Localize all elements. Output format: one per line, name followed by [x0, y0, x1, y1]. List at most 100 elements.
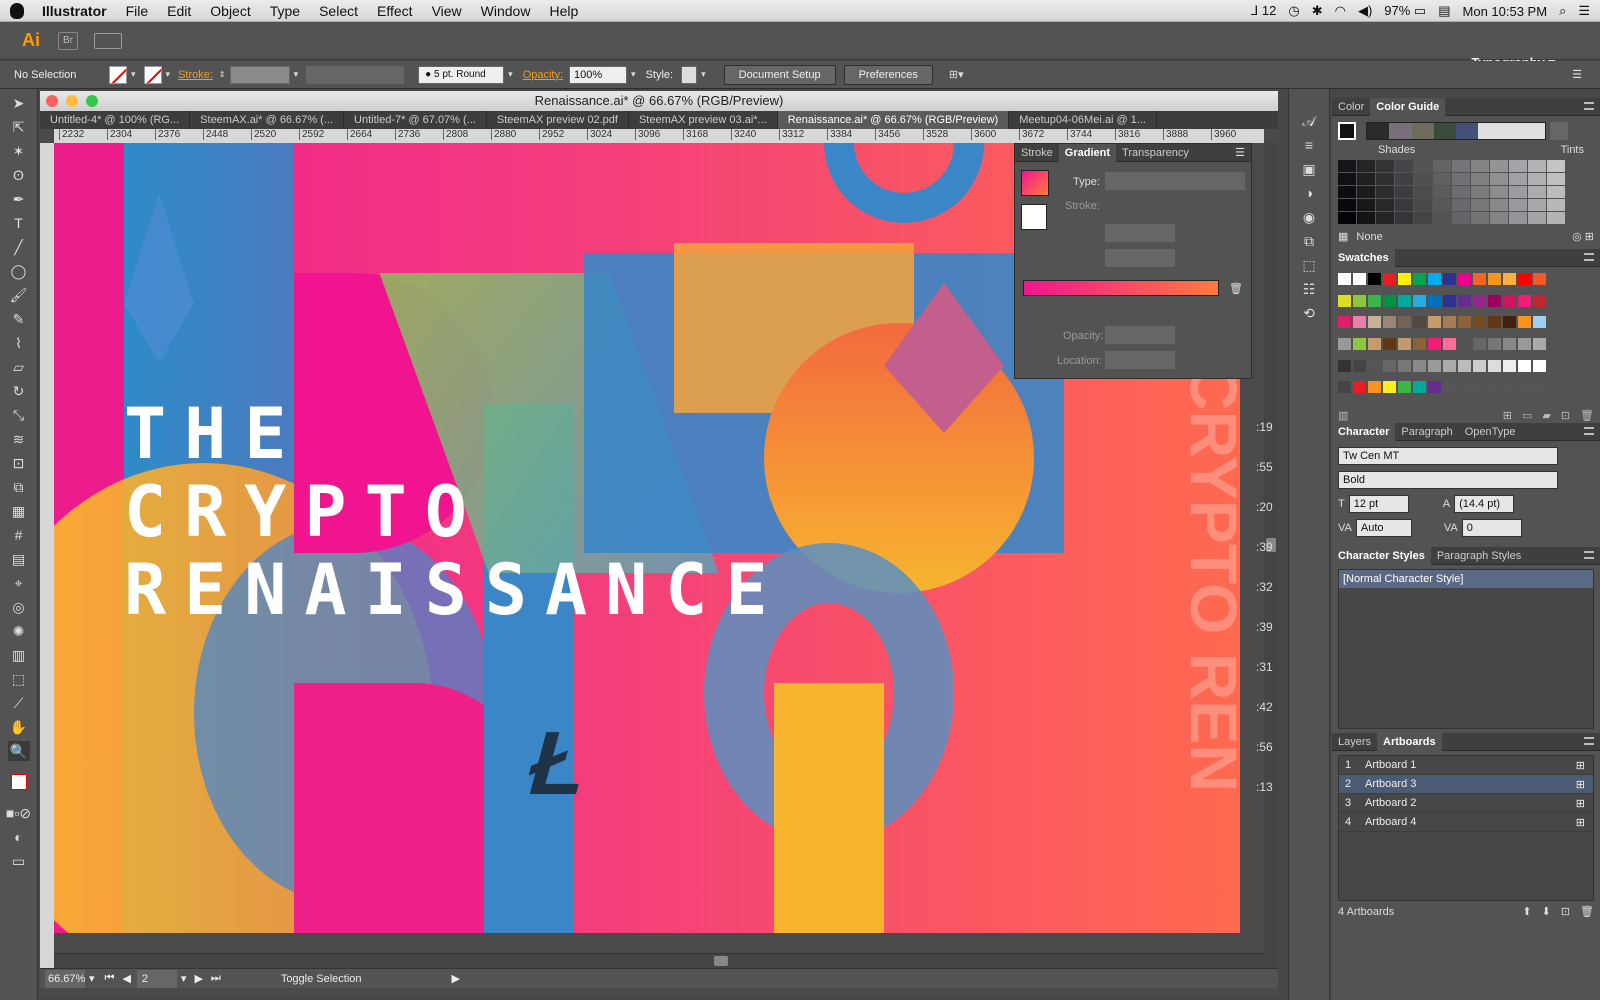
swatch[interactable]: [1518, 294, 1531, 307]
tab-color[interactable]: Color: [1332, 101, 1370, 113]
shade-swatch[interactable]: [1414, 160, 1432, 172]
arrange-icon[interactable]: ⊞▾: [949, 68, 964, 81]
column-graph-tool-icon[interactable]: ▥: [8, 645, 30, 665]
swatch[interactable]: [1368, 273, 1381, 285]
swatch[interactable]: [1428, 337, 1441, 350]
artboard-options-icon[interactable]: ⊞: [1576, 759, 1585, 772]
menu-file[interactable]: File: [126, 3, 149, 19]
shade-swatch[interactable]: [1490, 173, 1508, 185]
last-artboard-icon[interactable]: ⏭: [211, 972, 221, 985]
swatch[interactable]: [1338, 337, 1351, 350]
doc-tab-active[interactable]: Renaissance.ai* @ 66.67% (RGB/Preview): [777, 111, 1010, 129]
shade-swatch[interactable]: [1357, 186, 1375, 198]
swatch[interactable]: [1488, 381, 1501, 394]
direct-selection-tool-icon[interactable]: ⇱: [8, 117, 30, 137]
shade-swatch[interactable]: [1547, 160, 1565, 172]
gradient-type-dropdown[interactable]: [1105, 172, 1245, 190]
minimize-window-button[interactable]: [66, 95, 78, 107]
shade-swatch[interactable]: [1433, 199, 1451, 211]
shade-swatch[interactable]: [1376, 212, 1394, 224]
shade-swatch[interactable]: [1547, 186, 1565, 198]
width-tool-icon[interactable]: ≋: [8, 429, 30, 449]
shade-swatch[interactable]: [1509, 199, 1527, 211]
shade-swatch[interactable]: [1509, 160, 1527, 172]
swatch[interactable]: [1488, 316, 1501, 329]
swatch[interactable]: [1533, 359, 1546, 372]
swatch[interactable]: [1518, 337, 1531, 350]
swatch[interactable]: [1518, 273, 1531, 285]
character-menu-icon[interactable]: [1584, 427, 1594, 435]
swatch[interactable]: [1518, 316, 1531, 329]
swatch[interactable]: [1533, 337, 1546, 350]
swatch[interactable]: [1413, 337, 1426, 350]
gradient-opacity-field[interactable]: [1105, 326, 1175, 344]
swatch[interactable]: [1473, 381, 1486, 394]
gradient-angle-field[interactable]: [1105, 224, 1175, 242]
transform-icon[interactable]: ▣: [1298, 159, 1320, 179]
stroke-stepper[interactable]: ⇕: [219, 70, 226, 79]
tab-layers[interactable]: Layers: [1332, 736, 1377, 748]
artboard-number-field[interactable]: 2: [136, 969, 177, 988]
flag-icon[interactable]: ▤: [1438, 3, 1450, 19]
color-mode-icon[interactable]: ■▫⊘: [6, 803, 31, 823]
swatch[interactable]: [1353, 359, 1366, 372]
shade-swatch[interactable]: [1509, 173, 1527, 185]
graphic-style-swatch[interactable]: [681, 65, 698, 84]
opacity-label[interactable]: Opacity:: [523, 69, 563, 81]
shade-swatch[interactable]: [1357, 212, 1375, 224]
artboard-row[interactable]: 3 Artboard 2 ⊞: [1339, 794, 1593, 813]
stroke-dropdown-icon[interactable]: ▾: [166, 69, 171, 80]
pencil-tool-icon[interactable]: ✎: [8, 309, 30, 329]
shade-swatch[interactable]: [1395, 212, 1413, 224]
swatch[interactable]: [1503, 359, 1516, 372]
swatch[interactable]: [1338, 294, 1351, 307]
next-artboard-icon[interactable]: ▶: [194, 972, 202, 985]
adobe-notify-icon[interactable]: ⅃ 12: [1251, 3, 1276, 19]
swatch[interactable]: [1473, 316, 1486, 329]
swatch[interactable]: [1428, 316, 1441, 329]
swatch[interactable]: [1533, 294, 1546, 307]
shade-swatch[interactable]: [1338, 186, 1356, 198]
guide-color-swatch[interactable]: [1522, 123, 1545, 139]
type-tool-icon[interactable]: T: [8, 213, 30, 233]
kerning-field[interactable]: Auto: [1355, 519, 1412, 537]
perspective-grid-tool-icon[interactable]: ▦: [8, 501, 30, 521]
shade-swatch[interactable]: [1433, 212, 1451, 224]
shade-swatch[interactable]: [1547, 199, 1565, 211]
harmony-rules-dropdown[interactable]: [1550, 122, 1568, 140]
pathfinder-icon[interactable]: ◑: [1298, 183, 1320, 203]
screen-mode-icon[interactable]: ▭: [8, 851, 30, 871]
swatch[interactable]: [1413, 381, 1426, 394]
links-icon[interactable]: ⧉: [1298, 231, 1320, 251]
delete-swatch-icon[interactable]: 🗑: [1580, 409, 1594, 422]
swatch[interactable]: [1503, 337, 1516, 350]
shade-swatch[interactable]: [1357, 160, 1375, 172]
shade-swatch[interactable]: [1528, 160, 1546, 172]
shade-swatch[interactable]: [1357, 173, 1375, 185]
shade-swatch[interactable]: [1433, 186, 1451, 198]
swatch[interactable]: [1353, 337, 1366, 350]
artboard-options-icon[interactable]: ⊞: [1576, 778, 1585, 791]
swatch[interactable]: [1383, 273, 1396, 285]
horizontal-scrollbar[interactable]: [54, 953, 1264, 968]
status-menu-icon[interactable]: ▶: [452, 972, 460, 985]
swatch[interactable]: [1398, 294, 1411, 307]
shade-swatch[interactable]: [1338, 160, 1356, 172]
hscroll-thumb[interactable]: [714, 956, 728, 966]
swatch[interactable]: [1503, 294, 1516, 307]
layers-icon[interactable]: ☷: [1298, 279, 1320, 299]
swatch[interactable]: [1353, 273, 1366, 285]
swatch[interactable]: [1338, 381, 1351, 394]
swatch[interactable]: [1473, 273, 1486, 285]
swatch[interactable]: [1428, 294, 1441, 307]
swatch[interactable]: [1458, 381, 1471, 394]
swatch[interactable]: [1443, 337, 1456, 350]
stroke-weight-dropdown-icon[interactable]: ▾: [294, 69, 299, 80]
artboard-row[interactable]: 1 Artboard 1 ⊞: [1339, 756, 1593, 775]
swatch[interactable]: [1428, 273, 1441, 285]
menu-window[interactable]: Window: [481, 3, 531, 19]
mesh-tool-icon[interactable]: #: [8, 525, 30, 545]
shade-swatch[interactable]: [1471, 199, 1489, 211]
swatch[interactable]: [1443, 273, 1456, 285]
arrange-documents-button[interactable]: [94, 32, 122, 49]
